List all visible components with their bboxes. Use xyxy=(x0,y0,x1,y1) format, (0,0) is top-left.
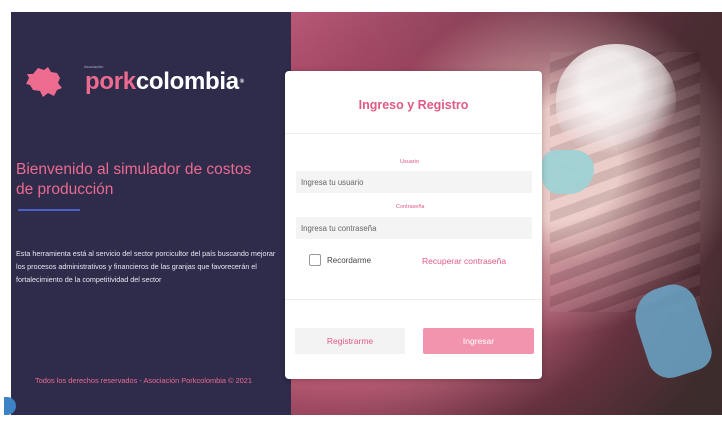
actions-divider xyxy=(285,299,542,300)
logo-wordmark: porkcolombia® xyxy=(85,70,244,94)
heading-underline xyxy=(18,209,80,211)
tool-description: Esta herramienta está al servicio del se… xyxy=(16,249,276,284)
logo-word-colombia: colombia xyxy=(135,68,239,95)
copyright-text: Todos los derechos reservados - Asociaci… xyxy=(35,376,253,385)
register-button[interactable]: Registrarme xyxy=(295,328,405,354)
page-frame: Asociación porkcolombia® Bienvenido al s… xyxy=(0,0,722,425)
username-input[interactable] xyxy=(296,171,532,193)
recover-password-link[interactable]: Recuperar contraseña xyxy=(422,256,506,266)
login-button[interactable]: Ingresar xyxy=(423,328,534,354)
login-title: Ingreso y Registro xyxy=(358,98,469,112)
password-input[interactable] xyxy=(296,217,532,239)
password-label: Contraseña xyxy=(396,204,425,210)
hairnet-highlight xyxy=(556,44,676,154)
remember-checkbox[interactable] xyxy=(309,254,321,266)
porkcolombia-logo: Asociación porkcolombia® xyxy=(24,64,244,98)
logo-word-pork: pork xyxy=(85,68,136,95)
login-card: Ingreso y Registro Usuario Contraseña Re… xyxy=(285,71,542,379)
user-label: Usuario xyxy=(400,159,419,165)
title-divider xyxy=(285,133,542,134)
welcome-heading: Bienvenido al simulador de costos de pro… xyxy=(16,161,252,198)
colombia-map-pig-logo-icon xyxy=(26,67,62,97)
remember-label: Recordarme xyxy=(327,256,372,265)
trademark-symbol: ® xyxy=(239,79,244,85)
